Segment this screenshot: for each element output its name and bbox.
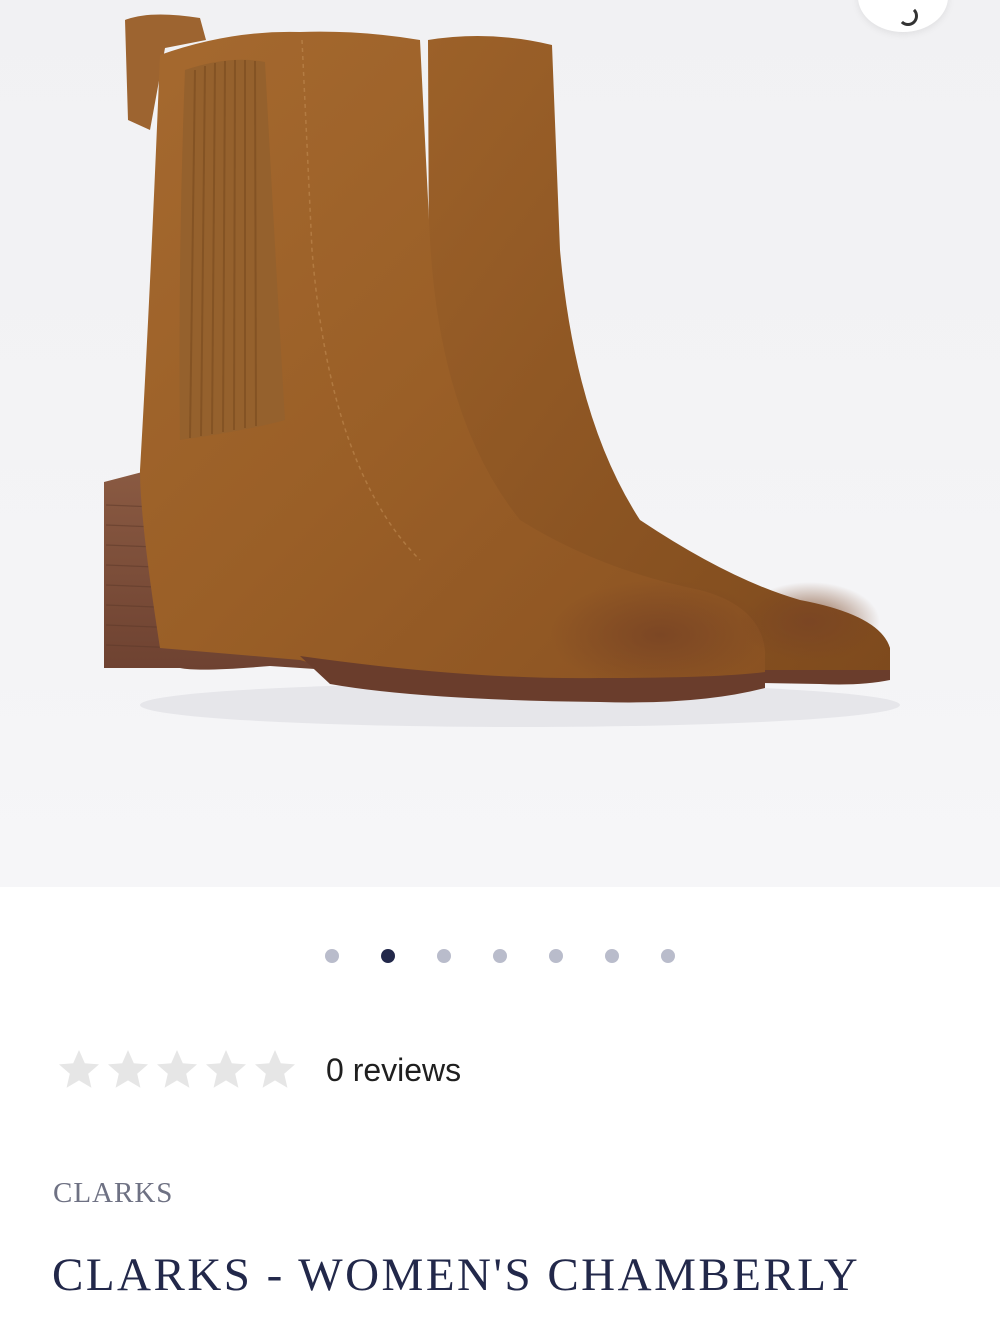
carousel-dot-active[interactable] <box>381 949 395 963</box>
product-image <box>104 14 900 727</box>
brand-name[interactable]: CLARKS <box>53 1177 173 1210</box>
carousel-dot[interactable] <box>325 949 339 963</box>
carousel-dot[interactable] <box>661 949 675 963</box>
carousel-pagination <box>0 944 1000 970</box>
star-empty-icon <box>108 1050 148 1088</box>
star-empty-icon <box>59 1050 99 1088</box>
carousel-dot[interactable] <box>437 949 451 963</box>
star-empty-icon <box>255 1050 295 1088</box>
carousel-dot[interactable] <box>493 949 507 963</box>
product-title: CLARKS - WOMEN'S CHAMBERLY <box>52 1249 861 1301</box>
star-empty-icon <box>206 1050 246 1088</box>
product-image-carousel[interactable] <box>0 0 1000 887</box>
zoom-icon <box>898 6 918 26</box>
carousel-dot[interactable] <box>549 949 563 963</box>
star-rating[interactable] <box>54 1046 299 1094</box>
star-empty-icon <box>157 1050 197 1088</box>
carousel-dot[interactable] <box>605 949 619 963</box>
reviews-count-link[interactable]: 0 reviews <box>326 1050 461 1090</box>
